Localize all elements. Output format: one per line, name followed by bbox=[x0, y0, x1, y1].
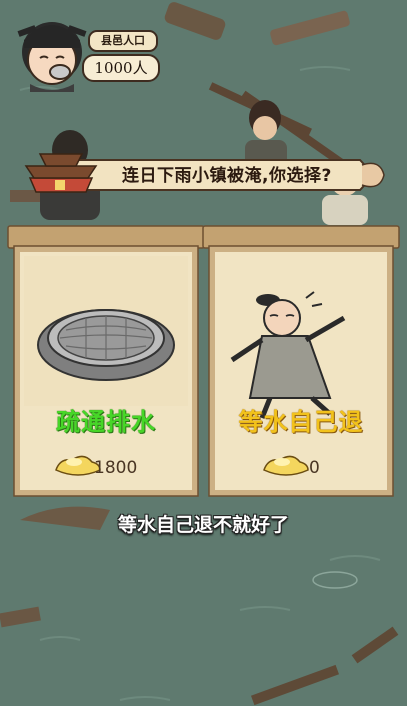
option-cost-wait: 0 bbox=[309, 458, 320, 478]
population-badge: 县邑人口 1000人 bbox=[82, 30, 160, 82]
option-title-drain: 疏通排水 bbox=[56, 408, 156, 436]
population-label: 县邑人口 bbox=[88, 30, 158, 52]
video-subtitle: 等水自己退不就好了 bbox=[117, 514, 289, 536]
option-card-drain[interactable]: 疏通排水 1800 bbox=[12, 224, 200, 500]
population-value: 1000人 bbox=[82, 54, 160, 82]
option-cost-drain: 1800 bbox=[94, 458, 138, 478]
question-text: 连日下雨小镇被淹,你选择? bbox=[122, 166, 332, 186]
option-title-wait: 等水自己退 bbox=[238, 408, 364, 436]
option-card-wait[interactable]: 等水自己退 0 bbox=[207, 224, 395, 500]
question-banner: 连日下雨小镇被淹,你选择? bbox=[40, 152, 374, 194]
